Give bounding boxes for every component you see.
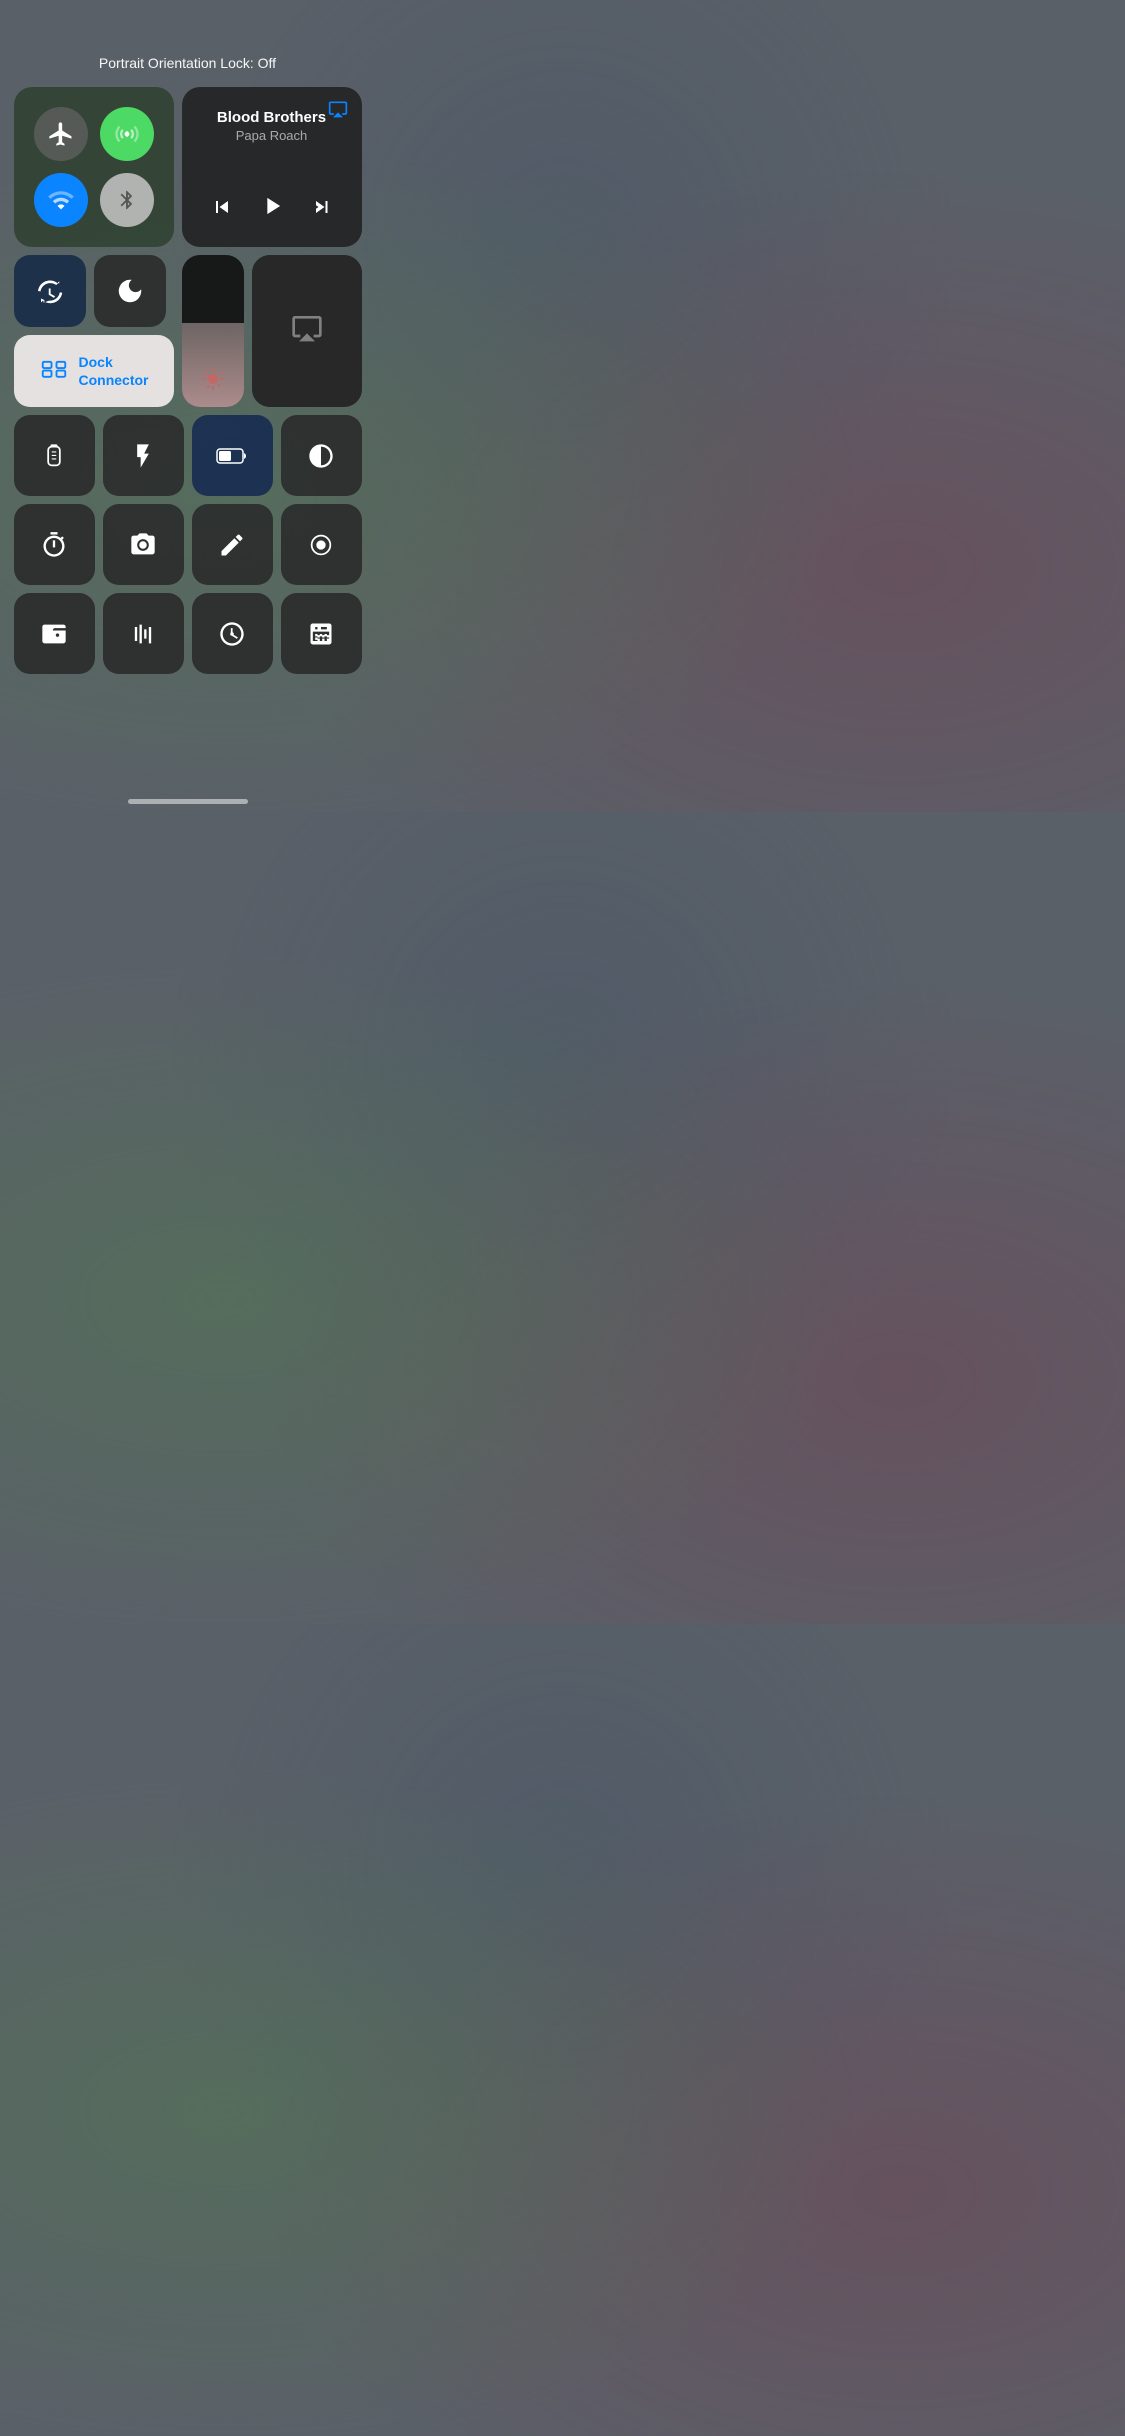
track-info: Blood Brothers Papa Roach [198,109,346,143]
row-middle: DockConnector [14,255,362,407]
prev-button[interactable] [202,191,242,229]
next-button[interactable] [302,191,342,229]
dock-connector-icon [39,353,69,390]
rotation-lock-icon [35,276,65,306]
calculator-button[interactable] [281,593,362,674]
airplane-mode-button[interactable] [34,107,88,161]
small-buttons-row [14,255,174,327]
signal-icon [113,120,141,148]
icon-row-5 [14,593,362,674]
airplane-icon [47,120,75,148]
invert-colors-button[interactable] [281,415,362,496]
track-title: Blood Brothers [198,109,346,126]
do-not-disturb-button[interactable] [94,255,166,327]
now-playing-panel[interactable]: Blood Brothers Papa Roach [182,87,362,247]
brightness-icon [201,367,225,397]
notes-button[interactable] [192,504,273,585]
moon-icon [115,276,145,306]
clock-button[interactable] [192,593,273,674]
battery-button[interactable] [192,415,273,496]
wifi-icon [47,186,75,214]
home-indicator[interactable] [128,799,248,804]
remote-button[interactable] [14,415,95,496]
player-controls [198,188,346,231]
rotation-lock-button[interactable] [14,255,86,327]
row-top: Blood Brothers Papa Roach [14,87,362,247]
airplay-audio-icon [291,312,323,351]
track-artist: Papa Roach [198,128,346,143]
network-panel [14,87,174,247]
screen-record-button[interactable] [281,504,362,585]
cellular-data-button[interactable] [100,107,154,161]
camera-button[interactable] [103,504,184,585]
brightness-slider[interactable] [182,255,244,407]
dock-connector-label: DockConnector [79,353,149,389]
bluetooth-button[interactable] [100,173,154,227]
play-button[interactable] [250,188,294,231]
soundcheck-button[interactable] [103,593,184,674]
flashlight-button[interactable] [103,415,184,496]
left-util-col: DockConnector [14,255,174,407]
wifi-button[interactable] [34,173,88,227]
dock-connector-button[interactable]: DockConnector [14,335,174,407]
timer-button[interactable] [14,504,95,585]
icon-row-4 [14,504,362,585]
airplay-volume-panel[interactable] [252,255,362,407]
bluetooth-icon [116,189,138,211]
orientation-status: Portrait Orientation Lock: Off [99,55,276,71]
control-center: Blood Brothers Papa Roach [14,87,362,674]
airplay-icon[interactable] [328,99,348,124]
icon-row-3 [14,415,362,496]
wallet-button[interactable] [14,593,95,674]
